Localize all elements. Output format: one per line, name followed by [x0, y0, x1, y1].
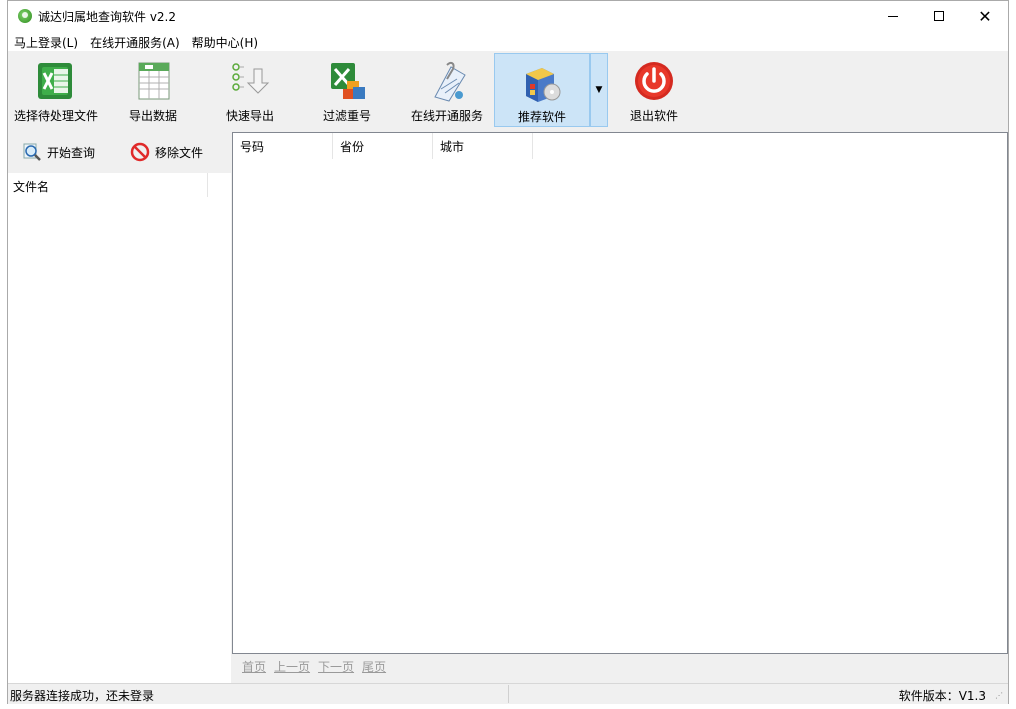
close-icon: ✕	[978, 6, 992, 26]
close-button[interactable]: ✕	[962, 1, 1008, 31]
export-data-button[interactable]: 导出数据	[118, 53, 188, 127]
connection-status: 服务器连接成功，还未登录	[10, 689, 155, 703]
spreadsheet-export-icon	[138, 62, 170, 100]
quick-export-icon	[232, 63, 270, 94]
result-table[interactable]: 号码 省份 城市	[232, 132, 1008, 654]
app-logo-icon	[18, 9, 32, 23]
quick-export-button[interactable]: 快速导出	[216, 53, 284, 127]
next-page-link[interactable]: 下一页	[318, 658, 354, 678]
column-header-number[interactable]: 号码	[233, 133, 333, 159]
start-query-label: 开始查询	[47, 145, 96, 160]
left-action-bar: 开始查询 移除文件	[8, 132, 230, 172]
online-service-label: 在线开通服务	[410, 109, 483, 123]
column-header-province[interactable]: 省份	[333, 133, 433, 159]
menu-bar: 马上登录(L) 在线开通服务(A) 帮助中心(H)	[8, 31, 1008, 51]
software-box-icon	[526, 68, 561, 102]
exit-software-button[interactable]: 退出软件	[622, 53, 686, 127]
maximize-icon	[934, 11, 944, 21]
start-query-button[interactable]: 开始查询	[22, 140, 95, 164]
quick-export-label: 快速导出	[225, 109, 274, 123]
first-page-link[interactable]: 首页	[242, 658, 266, 678]
menu-help-center[interactable]: 帮助中心(H)	[186, 31, 264, 51]
online-service-icon	[434, 61, 466, 102]
maximize-button[interactable]	[916, 1, 962, 31]
filter-duplicates-icon	[331, 63, 365, 99]
title-bar: 诚达归属地查询软件 v2.2 ✕	[8, 1, 1008, 31]
recommended-software-label: 推荐软件	[517, 110, 566, 124]
toolbar: 选择待处理文件 导出数据 快速导出 过滤重号 在线开通服务 推荐软件 ▼ 退出软…	[8, 51, 1008, 131]
file-name-column-header[interactable]: 文件名	[8, 173, 208, 197]
magnifier-icon	[23, 143, 41, 161]
window-title: 诚达归属地查询软件 v2.2	[38, 10, 177, 24]
status-bar: 服务器连接成功，还未登录 软件版本：V1.3 ⋰	[8, 683, 1008, 704]
select-file-button[interactable]: 选择待处理文件	[10, 53, 102, 127]
recommended-software-button[interactable]: 推荐软件	[494, 53, 590, 127]
chevron-down-icon: ▼	[595, 85, 603, 95]
prohibited-icon	[130, 142, 150, 162]
status-divider	[508, 685, 509, 703]
last-page-link[interactable]: 尾页	[362, 658, 386, 678]
online-service-button[interactable]: 在线开通服务	[404, 53, 490, 127]
power-icon	[635, 62, 673, 100]
column-header-city[interactable]: 城市	[433, 133, 533, 159]
app-window: 诚达归属地查询软件 v2.2 ✕ 马上登录(L) 在线开通服务(A) 帮助中心(…	[7, 0, 1009, 704]
minimize-button[interactable]	[870, 1, 916, 31]
filter-duplicates-label: 过滤重号	[322, 109, 371, 123]
remove-file-button[interactable]: 移除文件	[130, 140, 203, 164]
minimize-icon	[888, 15, 898, 17]
excel-open-icon	[38, 63, 72, 99]
menu-online-service[interactable]: 在线开通服务(A)	[84, 31, 186, 51]
file-list[interactable]: 文件名	[8, 173, 231, 683]
select-file-label: 选择待处理文件	[13, 109, 98, 123]
filter-duplicates-button[interactable]: 过滤重号	[312, 53, 382, 127]
software-version: 软件版本：V1.3	[898, 689, 986, 703]
recommended-software-dropdown[interactable]: ▼	[590, 53, 608, 127]
export-data-label: 导出数据	[128, 109, 177, 123]
exit-software-label: 退出软件	[629, 109, 678, 123]
resize-grip-icon[interactable]: ⋰	[995, 691, 1005, 701]
pagination: 首页 上一页 下一页 尾页	[242, 658, 386, 678]
prev-page-link[interactable]: 上一页	[274, 658, 310, 678]
menu-login[interactable]: 马上登录(L)	[8, 31, 84, 51]
remove-file-label: 移除文件	[155, 145, 204, 160]
